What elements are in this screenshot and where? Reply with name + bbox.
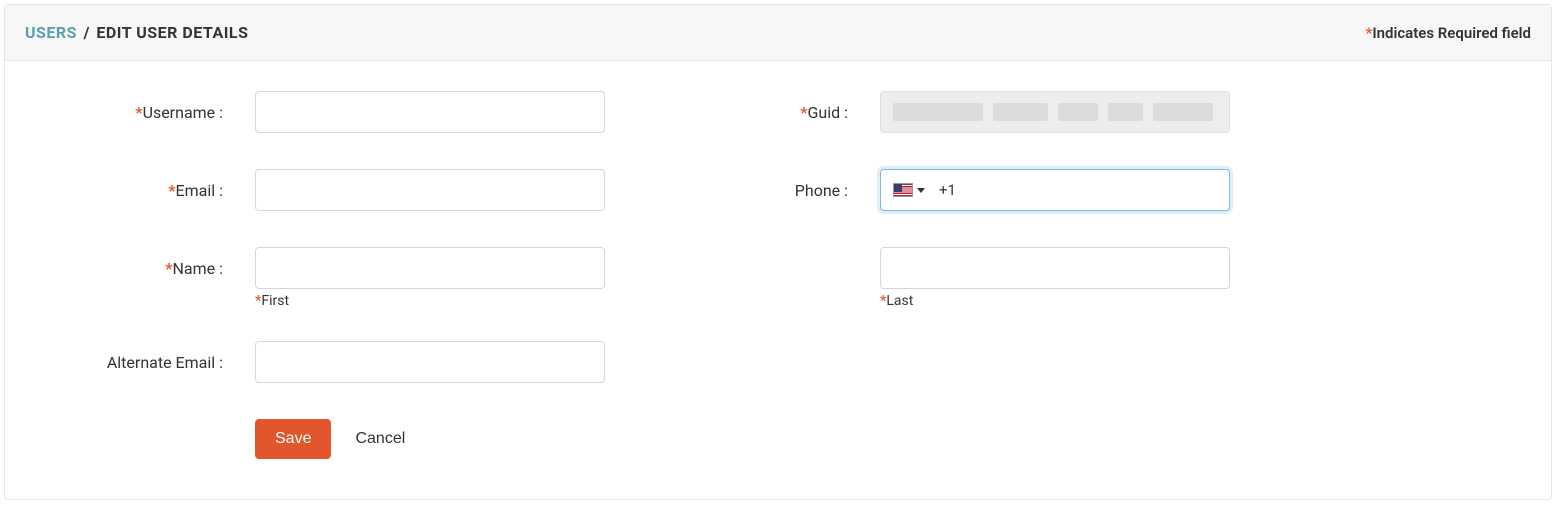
alternate-email-input[interactable] <box>255 341 605 383</box>
last-name-sublabel: *Last <box>880 293 913 309</box>
form-column-left: *Username : *Email : <box>45 91 685 419</box>
username-input[interactable] <box>255 91 605 133</box>
breadcrumb: USERS / EDIT USER DETAILS <box>25 23 248 42</box>
required-field-text: Indicates Required field <box>1372 24 1531 42</box>
guid-row: *Guid : <box>725 91 1365 133</box>
alternate-email-label: Alternate Email : <box>45 353 255 372</box>
email-input[interactable] <box>255 169 605 211</box>
phone-input[interactable]: +1 <box>880 169 1230 211</box>
cancel-button[interactable]: Cancel <box>355 430 405 448</box>
asterisk-icon: * <box>165 259 172 278</box>
email-row: *Email : <box>45 169 685 211</box>
phone-row: Phone : +1 <box>725 169 1365 211</box>
breadcrumb-separator: / <box>83 23 89 42</box>
alternate-email-row: Alternate Email : <box>45 341 685 383</box>
asterisk-icon: * <box>800 103 807 122</box>
phone-label: Phone : <box>725 181 880 200</box>
last-name-row: *Last <box>725 247 1365 289</box>
phone-number-field[interactable] <box>956 170 1221 210</box>
required-field-note: *Indicates Required field <box>1366 24 1532 42</box>
edit-user-panel: USERS / EDIT USER DETAILS *Indicates Req… <box>4 4 1552 500</box>
breadcrumb-current: EDIT USER DETAILS <box>96 23 248 42</box>
first-name-input[interactable] <box>255 247 605 289</box>
form-column-right: *Guid : Phone : <box>725 91 1365 419</box>
asterisk-icon: * <box>135 103 142 122</box>
phone-country-selector[interactable] <box>889 181 929 199</box>
form-columns: *Username : *Email : <box>45 91 1511 419</box>
username-row: *Username : <box>45 91 685 133</box>
panel-body: *Username : *Email : <box>5 61 1551 499</box>
email-label: *Email : <box>45 181 255 200</box>
last-name-input[interactable] <box>880 247 1230 289</box>
phone-dial-code: +1 <box>939 181 956 199</box>
asterisk-icon: * <box>168 181 175 200</box>
name-row: *Name : *First <box>45 247 685 289</box>
username-label: *Username : <box>45 103 255 122</box>
guid-label: *Guid : <box>725 103 880 122</box>
breadcrumb-root[interactable]: USERS <box>25 23 77 42</box>
us-flag-icon <box>893 183 913 197</box>
first-name-sublabel: *First <box>255 293 289 309</box>
save-button[interactable]: Save <box>255 419 331 459</box>
chevron-down-icon <box>917 188 925 193</box>
guid-input <box>880 91 1230 133</box>
name-label: *Name : <box>45 259 255 278</box>
form-actions: Save Cancel <box>255 419 1511 459</box>
panel-header: USERS / EDIT USER DETAILS *Indicates Req… <box>5 5 1551 61</box>
